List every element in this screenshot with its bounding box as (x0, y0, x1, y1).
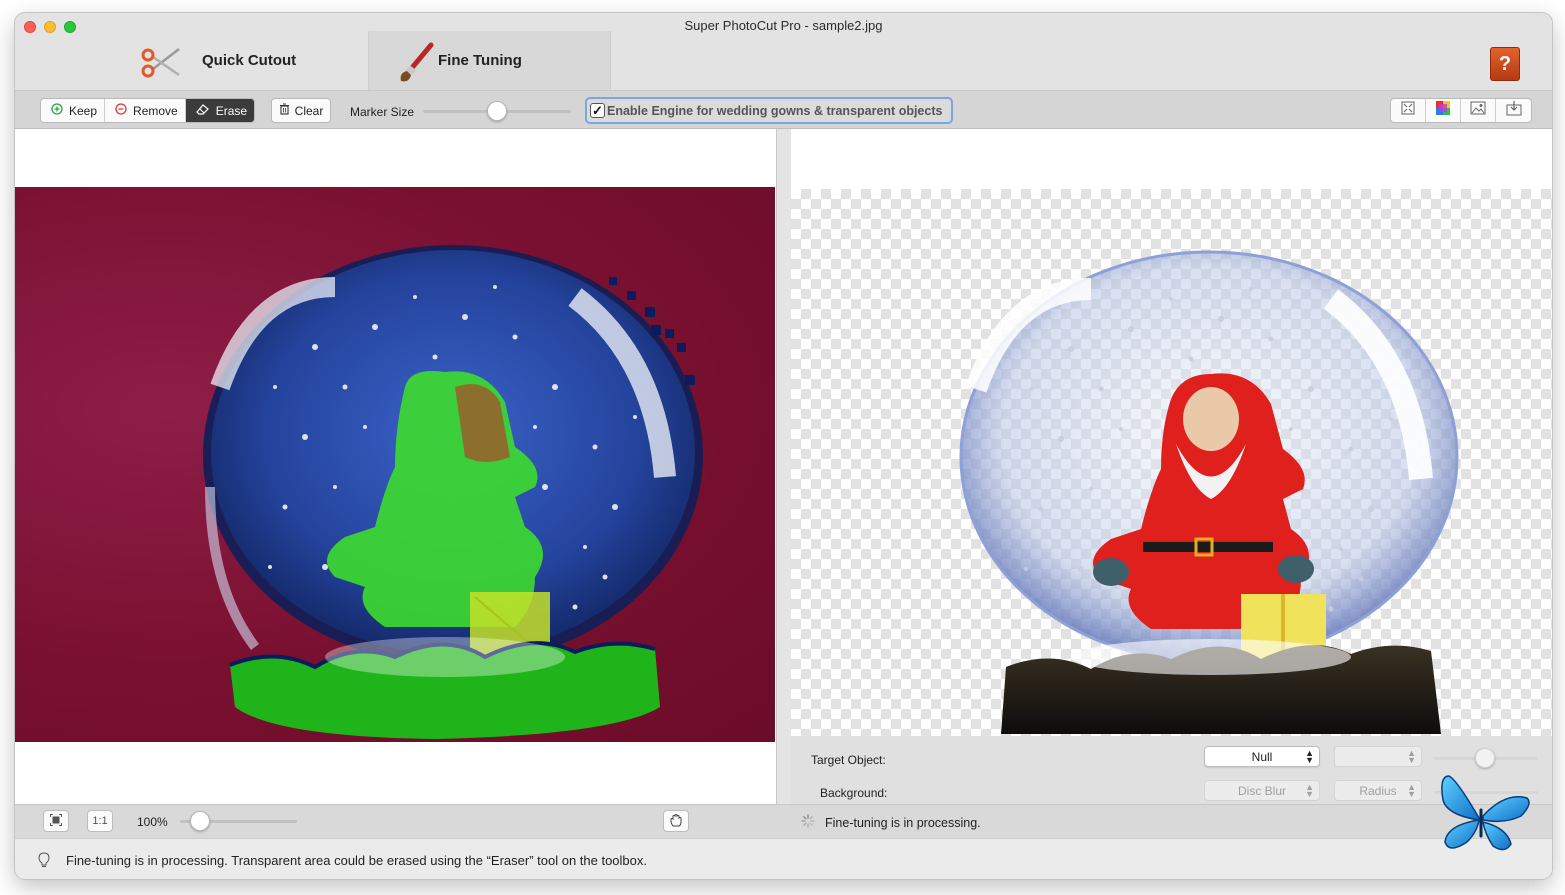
zoom-percentage: 100% (137, 815, 168, 829)
tab-fine-tuning[interactable]: Fine Tuning (368, 31, 611, 90)
titlebar: Super PhotoCut Pro - sample2.jpg Quick C… (15, 13, 1552, 90)
tab-label: Fine Tuning (438, 52, 522, 69)
image-icon (1470, 101, 1486, 120)
clear-label: Clear (294, 103, 324, 118)
zoom-bar: 1:1 100% Fine-tuning is in processing. (15, 804, 1552, 838)
plus-circle-icon (51, 103, 63, 118)
background-effect-select[interactable]: Disc Blur ▲ ▼ (1204, 780, 1320, 801)
target-object-label: Target Object: (811, 753, 886, 767)
fit-screen-icon (50, 813, 62, 829)
status-bar: Fine-tuning is in processing. Transparen… (15, 838, 1552, 879)
fit-screen-button[interactable] (43, 810, 69, 832)
view-mode-group (1390, 98, 1532, 123)
image-view-button[interactable] (1461, 99, 1496, 122)
background-label: Background: (820, 786, 888, 800)
help-button[interactable]: ? (1490, 47, 1520, 81)
snow-globe-cutout-image (959, 250, 1459, 734)
engine-checkbox-row[interactable]: ✓ Enable Engine for wedding gowns & tran… (585, 97, 953, 124)
chevron-updown-icon: ▲ ▼ (1305, 782, 1314, 799)
result-image-pane[interactable]: Target Object: Null ▲ ▼ ▲ ▼ Background: Di… (791, 129, 1552, 804)
export-button[interactable] (1496, 99, 1531, 122)
remove-button[interactable]: Remove (105, 99, 186, 122)
marker-size-label: Marker Size (350, 105, 415, 119)
app-window: Super PhotoCut Pro - sample2.jpg Quick C… (15, 13, 1552, 879)
spinner-icon (801, 814, 815, 831)
target-option-select[interactable]: ▲ ▼ (1334, 746, 1422, 767)
snow-globe-marked-image (203, 245, 703, 739)
pane-divider[interactable] (777, 129, 791, 804)
minus-circle-icon (115, 103, 127, 118)
chevron-updown-icon: ▲ ▼ (1305, 748, 1314, 765)
export-icon (1506, 100, 1522, 121)
actual-size-button[interactable]: 1:1 (87, 810, 113, 832)
source-photo[interactable] (15, 187, 775, 742)
target-object-select[interactable]: Null ▲ ▼ (1204, 746, 1320, 767)
processing-indicator: Fine-tuning is in processing. (801, 814, 981, 831)
radius-select[interactable]: Radius ▲ ▼ (1334, 780, 1422, 801)
butterfly-logo-icon (1427, 770, 1537, 865)
zoom-knob[interactable] (190, 811, 210, 831)
trash-icon (279, 103, 290, 118)
toolbar: Keep Remove Erase Clear Marker Size ✓ En… (15, 90, 1552, 129)
tab-label: Quick Cutout (202, 52, 297, 69)
engine-label: Enable Engine for wedding gowns & transp… (607, 103, 943, 118)
marker-mode-segmented-control: Keep Remove Erase (40, 98, 256, 123)
paintbrush-icon (395, 41, 435, 90)
engine-checkbox[interactable]: ✓ (590, 103, 605, 118)
processing-text: Fine-tuning is in processing. (825, 815, 981, 830)
radius-value: Radius (1359, 783, 1397, 798)
target-slider-knob[interactable] (1475, 748, 1495, 768)
hand-icon (669, 813, 683, 830)
status-message: Fine-tuning is in processing. Transparen… (66, 853, 648, 868)
eraser-icon (195, 103, 210, 118)
result-photo[interactable] (791, 189, 1552, 740)
tab-quick-cutout[interactable]: Quick Cutout (135, 31, 365, 90)
target-object-value: Null (1251, 749, 1273, 764)
actual-size-label: 1:1 (92, 815, 108, 827)
chevron-updown-icon: ▲ ▼ (1407, 748, 1416, 765)
clear-button[interactable]: Clear (271, 98, 331, 123)
lightbulb-icon (37, 852, 51, 873)
color-view-button[interactable] (1426, 99, 1461, 122)
fit-icon (1401, 101, 1415, 120)
help-icon: ? (1498, 53, 1512, 75)
keep-button[interactable]: Keep (41, 99, 106, 122)
remove-label: Remove (133, 103, 178, 118)
fit-view-button[interactable] (1391, 99, 1426, 122)
marker-size-knob[interactable] (487, 101, 507, 121)
background-effect-value: Disc Blur (1237, 783, 1286, 798)
original-image-pane[interactable] (15, 129, 777, 804)
pan-hand-button[interactable] (663, 810, 689, 832)
erase-button[interactable]: Erase (185, 99, 255, 122)
chevron-updown-icon: ▲ ▼ (1407, 782, 1416, 799)
color-icon (1435, 100, 1451, 121)
scissors-icon (139, 45, 183, 86)
erase-label: Erase (215, 103, 248, 118)
keep-label: Keep (69, 103, 98, 118)
